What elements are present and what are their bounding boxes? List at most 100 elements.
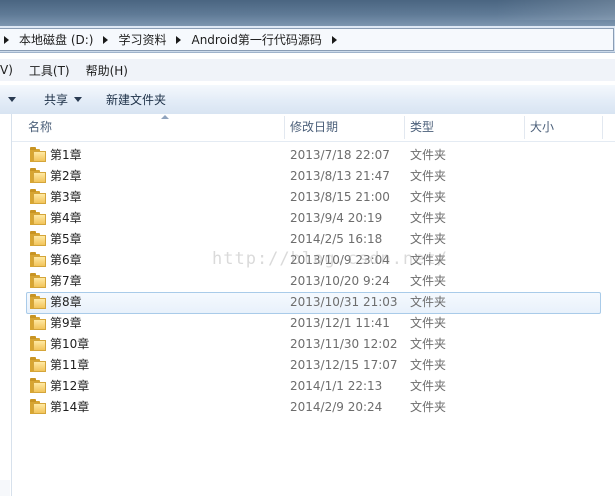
folder-icon (30, 252, 46, 267)
item-modified-date: 2013/9/4 20:19 (290, 211, 383, 225)
command-bar: 共享 新建文件夹 (0, 84, 615, 115)
folder-icon (30, 399, 46, 414)
item-name: 第12章 (50, 379, 90, 393)
breadcrumb-label: Android第一行代码源码 (191, 33, 322, 47)
item-modified-date: 2013/10/31 21:03 (290, 295, 398, 309)
item-modified-date: 2013/12/15 17:07 (290, 358, 398, 372)
item-modified-date: 2014/2/5 16:18 (290, 232, 383, 246)
column-divider[interactable] (524, 116, 525, 139)
breadcrumb-item[interactable]: 本地磁盘 (D:) (13, 29, 112, 50)
item-modified-date: 2013/10/20 9:24 (290, 274, 390, 288)
column-size-header[interactable]: 大小 (530, 114, 554, 141)
list-item[interactable]: 第5章 2014/2/5 16:18 文件夹 (12, 229, 615, 250)
folder-icon (30, 378, 46, 393)
share-button[interactable]: 共享 (32, 85, 94, 114)
list-item[interactable]: 第2章 2013/8/13 21:47 文件夹 (12, 166, 615, 187)
folder-icon (30, 147, 46, 162)
list-item[interactable]: 第3章 2013/8/15 21:00 文件夹 (12, 187, 615, 208)
item-name: 第3章 (50, 190, 82, 204)
column-type-header[interactable]: 类型 (410, 114, 434, 141)
breadcrumb[interactable]: 本地磁盘 (D:) 学习资料 Android第一行代码源码 (0, 28, 614, 51)
item-modified-date: 2013/8/13 21:47 (290, 169, 390, 183)
list-item[interactable]: 第8章 2013/10/31 21:03 文件夹 (12, 292, 615, 314)
list-item[interactable]: 第14章 2014/2/9 20:24 文件夹 (12, 397, 615, 418)
chevron-down-icon (8, 97, 16, 102)
item-type: 文件夹 (410, 274, 447, 288)
window-title-bar (0, 0, 615, 26)
item-type: 文件夹 (410, 232, 447, 246)
item-modified-date: 2013/7/18 22:07 (290, 148, 390, 162)
item-name: 第4章 (50, 211, 82, 225)
item-type: 文件夹 (410, 358, 447, 372)
address-bar[interactable]: 本地磁盘 (D:) 学习资料 Android第一行代码源码 (0, 26, 615, 53)
item-modified-date: 2013/12/1 11:41 (290, 316, 390, 330)
folder-icon (30, 210, 46, 225)
item-type: 文件夹 (410, 379, 447, 393)
list-item[interactable]: 第12章 2014/1/1 22:13 文件夹 (12, 376, 615, 397)
item-name: 第2章 (50, 169, 82, 183)
menu-item-view[interactable]: V) (0, 63, 21, 77)
item-type: 文件夹 (410, 400, 447, 414)
folder-icon (30, 273, 46, 288)
folder-icon (30, 315, 46, 330)
item-name: 第5章 (50, 232, 82, 246)
folder-icon (30, 168, 46, 183)
column-modified-header[interactable]: 修改日期 (290, 114, 338, 141)
folder-icon (30, 189, 46, 204)
chevron-right-icon[interactable] (103, 35, 109, 44)
menu-bar: V) 工具(T) 帮助(H) (0, 59, 615, 81)
item-name: 第7章 (50, 274, 82, 288)
item-name: 第10章 (50, 337, 90, 351)
breadcrumb-label: 本地磁盘 (D:) (19, 33, 94, 47)
new-folder-label: 新建文件夹 (106, 93, 167, 107)
item-name: 第11章 (50, 358, 90, 372)
list-item[interactable]: 第9章 2013/12/1 11:41 文件夹 (12, 313, 615, 334)
item-modified-date: 2013/11/30 12:02 (290, 337, 398, 351)
list-item[interactable]: 第1章 2013/7/18 22:07 文件夹 (12, 145, 615, 166)
list-item[interactable]: 第10章 2013/11/30 12:02 文件夹 (12, 334, 615, 355)
item-name: 第1章 (50, 148, 82, 162)
navigation-pane[interactable] (0, 114, 12, 496)
sort-ascending-icon (161, 115, 169, 119)
share-label: 共享 (44, 93, 69, 107)
new-folder-button[interactable]: 新建文件夹 (94, 85, 178, 114)
item-type: 文件夹 (410, 337, 447, 351)
item-name: 第14章 (50, 400, 90, 414)
organize-dropdown[interactable] (0, 85, 32, 114)
chevron-right-icon[interactable] (4, 35, 9, 44)
chevron-right-icon[interactable] (331, 35, 337, 44)
item-type: 文件夹 (410, 295, 447, 309)
item-type: 文件夹 (410, 316, 447, 330)
chevron-down-icon (74, 97, 83, 102)
folder-icon (30, 294, 46, 309)
watermark-text: http://blog.csdn.net/ (212, 249, 448, 269)
list-item[interactable]: 第7章 2013/10/20 9:24 文件夹 (12, 271, 615, 292)
item-type: 文件夹 (410, 148, 447, 162)
list-item[interactable]: 第4章 2013/9/4 20:19 文件夹 (12, 208, 615, 229)
breadcrumb-item[interactable]: Android第一行代码源码 (185, 29, 340, 50)
list-item[interactable]: 第11章 2013/12/15 17:07 文件夹 (12, 355, 615, 376)
chevron-right-icon[interactable] (176, 35, 182, 44)
item-type: 文件夹 (410, 169, 447, 183)
column-divider[interactable] (404, 116, 405, 139)
menu-item-tools[interactable]: 工具(T) (21, 62, 78, 79)
item-name: 第6章 (50, 253, 82, 267)
column-divider[interactable] (602, 116, 603, 139)
breadcrumb-item[interactable]: 学习资料 (112, 29, 185, 50)
item-type: 文件夹 (410, 211, 447, 225)
folder-icon (30, 357, 46, 372)
item-modified-date: 2014/2/9 20:24 (290, 400, 383, 414)
item-modified-date: 2014/1/1 22:13 (290, 379, 383, 393)
item-name: 第9章 (50, 316, 82, 330)
breadcrumb-label: 学习资料 (118, 33, 167, 47)
column-name-header[interactable]: 名称 (28, 114, 52, 141)
column-header: 名称 修改日期 类型 大小 (12, 114, 615, 142)
folder-icon (30, 231, 46, 246)
column-divider[interactable] (284, 116, 285, 139)
folder-icon (30, 336, 46, 351)
pane-footer (0, 480, 10, 496)
item-modified-date: 2013/8/15 21:00 (290, 190, 390, 204)
file-list: 第1章 2013/7/18 22:07 文件夹 第2章 2013/8/13 21:47 文… (12, 145, 615, 418)
item-name: 第8章 (50, 295, 82, 309)
menu-item-help[interactable]: 帮助(H) (78, 62, 136, 79)
